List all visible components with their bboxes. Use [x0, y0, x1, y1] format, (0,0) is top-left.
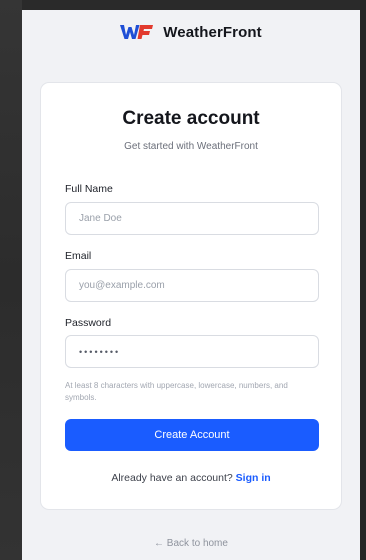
page-subtitle: Get started with WeatherFront	[124, 141, 258, 152]
create-account-button[interactable]: Create Account	[65, 419, 319, 451]
password-label: Password	[65, 317, 112, 329]
brand-name: WeatherFront	[163, 23, 262, 41]
email-input[interactable]: you@example.com	[65, 269, 319, 302]
full-name-label: Full Name	[65, 183, 113, 195]
back-to-home-link[interactable]: ← Back to home	[22, 538, 360, 549]
signin-link[interactable]: Sign in	[236, 472, 271, 484]
desktop-background-right	[360, 0, 366, 560]
signin-prompt: Already have an account?	[111, 472, 233, 484]
full-name-input[interactable]: Jane Doe	[65, 202, 319, 235]
signup-card: Create account Get started with WeatherF…	[40, 82, 342, 510]
page-title: Create account	[122, 108, 260, 129]
brand-header: WeatherFront	[22, 10, 360, 54]
password-input[interactable]: ••••••••	[65, 335, 319, 368]
password-hint: At least 8 characters with uppercase, lo…	[65, 381, 288, 402]
email-label: Email	[65, 250, 92, 262]
full-name-placeholder: Jane Doe	[79, 213, 122, 224]
signin-prompt-line: Already have an account? Sign in	[41, 472, 341, 484]
email-placeholder: you@example.com	[79, 280, 165, 291]
password-value: ••••••••	[79, 346, 121, 357]
weatherfront-logo-icon	[120, 23, 154, 41]
desktop-background-left	[0, 0, 22, 560]
page-viewport: WeatherFront Create account Get started …	[22, 10, 360, 560]
